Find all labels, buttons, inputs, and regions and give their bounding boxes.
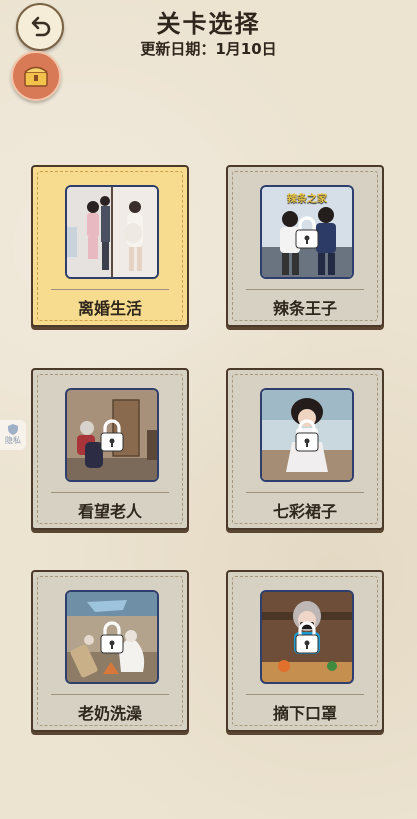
- level-label: 老奶洗澡: [77, 704, 142, 723]
- lock-icon: [100, 419, 124, 452]
- card-divider: [51, 289, 169, 290]
- level-thumbnail: [260, 590, 354, 684]
- lock-icon: [295, 419, 319, 452]
- level-thumbnail: [65, 185, 159, 279]
- level-card-5[interactable]: 老奶洗澡: [31, 570, 189, 732]
- shield-icon: [8, 424, 18, 435]
- level-label: 摘下口罩: [272, 704, 337, 723]
- level-card-3[interactable]: 看望老人: [31, 368, 189, 530]
- privacy-tab-label: 隐私: [5, 436, 21, 445]
- card-divider: [246, 694, 364, 695]
- privacy-tab[interactable]: 隐私: [0, 420, 26, 450]
- level-card-1[interactable]: 离婚生活: [31, 165, 189, 327]
- level-label: 离婚生活: [77, 299, 142, 318]
- level-thumbnail: 辣条之家: [260, 185, 354, 279]
- level-label: 辣条王子: [272, 299, 337, 318]
- level-card-6[interactable]: 摘下口罩: [226, 570, 384, 732]
- level-thumbnail: [65, 388, 159, 482]
- level-thumbnail: [260, 388, 354, 482]
- level-thumbnail: [65, 590, 159, 684]
- card-divider: [246, 289, 364, 290]
- card-divider: [51, 694, 169, 695]
- level-label: 七彩裙子: [272, 502, 337, 521]
- card-divider: [51, 492, 169, 493]
- level-card-2[interactable]: 辣条之家 辣条王子: [226, 165, 384, 327]
- lock-icon: [295, 216, 319, 249]
- update-date: 更新日期：1月10日: [140, 40, 277, 58]
- treasure-chest-icon: [24, 66, 48, 87]
- level-card-4[interactable]: 七彩裙子: [226, 368, 384, 530]
- page-title: 关卡选择: [156, 10, 261, 38]
- lock-icon: [100, 621, 124, 654]
- thumbnail-caption: 辣条之家: [287, 194, 327, 205]
- card-divider: [246, 492, 364, 493]
- level-label: 看望老人: [77, 502, 142, 521]
- lock-icon: [295, 621, 319, 654]
